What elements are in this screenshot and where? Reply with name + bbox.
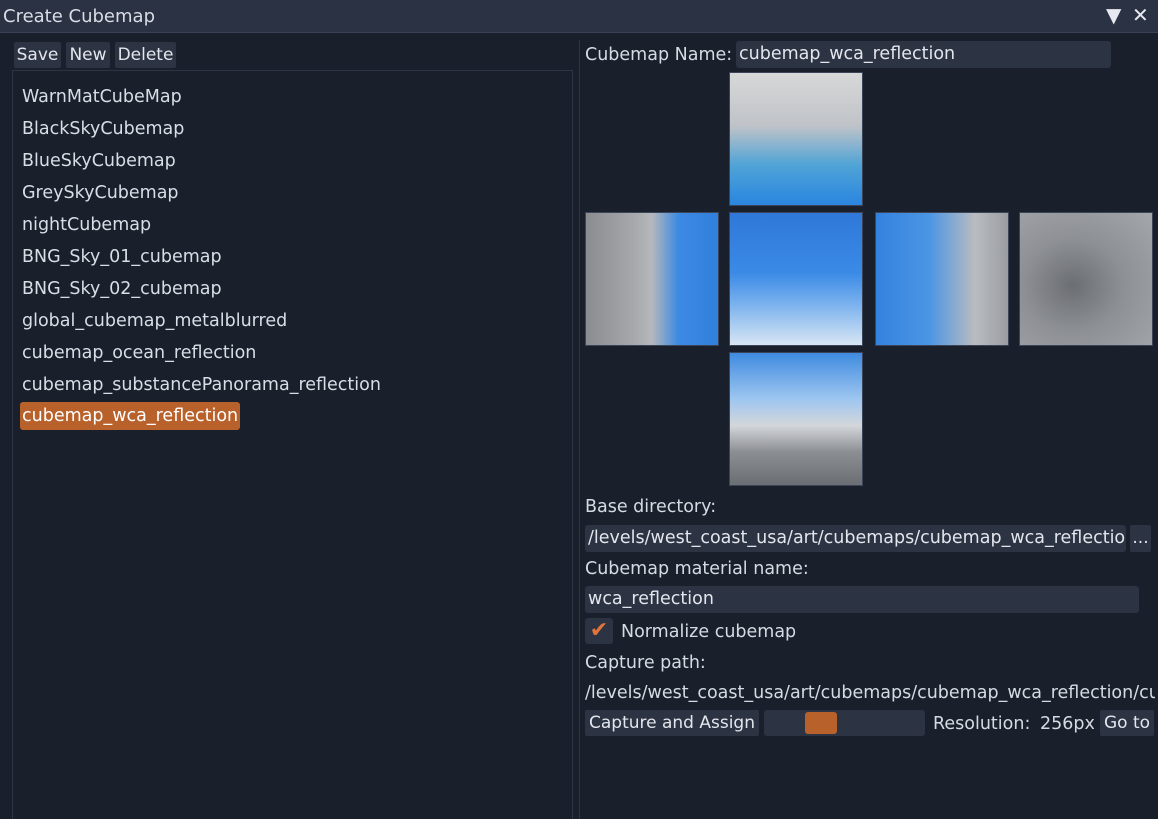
- list-item-selected[interactable]: cubemap_wca_reflection: [20, 402, 241, 430]
- normalize-checkbox[interactable]: ✔: [585, 618, 613, 644]
- resolution-slider[interactable]: [764, 710, 925, 736]
- list-item[interactable]: BlueSkyCubemap: [20, 147, 178, 175]
- panel-divider[interactable]: [579, 40, 580, 819]
- base-directory-input[interactable]: /levels/west_coast_usa/art/cubemaps/cube…: [585, 525, 1126, 552]
- resolution-label: Resolution:: [933, 714, 1031, 734]
- list-item[interactable]: nightCubemap: [20, 211, 153, 239]
- capture-path-value: /levels/west_coast_usa/art/cubemaps/cube…: [585, 683, 1155, 703]
- list-item[interactable]: global_cubemap_metalblurred: [20, 307, 289, 335]
- slider-handle[interactable]: [805, 712, 837, 734]
- window-title: Create Cubemap: [3, 6, 155, 27]
- cubemap-face-left: [585, 212, 719, 346]
- go-to-button[interactable]: Go to: [1100, 710, 1154, 736]
- normalize-label: Normalize cubemap: [621, 622, 797, 642]
- material-name-label: Cubemap material name:: [585, 559, 809, 579]
- list-item[interactable]: cubemap_substancePanorama_reflection: [20, 371, 383, 399]
- title-bar[interactable]: Create Cubemap ▼ ✕: [0, 0, 1158, 33]
- new-button[interactable]: New: [66, 42, 110, 68]
- cubemap-face-back: [1019, 212, 1153, 346]
- check-icon: ✔: [589, 618, 609, 643]
- base-directory-label: Base directory:: [585, 497, 717, 517]
- cubemap-face-front: [729, 212, 863, 346]
- cubemap-name-label: Cubemap Name:: [585, 45, 733, 65]
- list-item[interactable]: GreySkyCubemap: [20, 179, 181, 207]
- capture-and-assign-button[interactable]: Capture and Assign: [585, 710, 759, 736]
- cubemap-face-top: [729, 72, 863, 206]
- close-icon[interactable]: ✕: [1132, 4, 1149, 26]
- triangle-down-icon[interactable]: ▼: [1106, 4, 1121, 26]
- material-name-input[interactable]: wca_reflection: [585, 586, 1139, 613]
- resolution-value: 256px: [1040, 714, 1095, 734]
- list-item[interactable]: WarnMatCubeMap: [20, 83, 184, 111]
- cubemap-list: WarnMatCubeMap BlackSkyCubemap BlueSkyCu…: [12, 70, 573, 819]
- cubemap-name-input[interactable]: cubemap_wca_reflection: [736, 41, 1111, 68]
- cubemap-face-bottom: [729, 352, 863, 486]
- list-item[interactable]: BlackSkyCubemap: [20, 115, 186, 143]
- list-item[interactable]: BNG_Sky_02_cubemap: [20, 275, 224, 303]
- list-item[interactable]: cubemap_ocean_reflection: [20, 339, 258, 367]
- cubemap-face-right: [875, 212, 1009, 346]
- list-item[interactable]: BNG_Sky_01_cubemap: [20, 243, 224, 271]
- browse-button[interactable]: ...: [1130, 525, 1151, 552]
- delete-button[interactable]: Delete: [115, 42, 176, 68]
- save-button[interactable]: Save: [14, 42, 61, 68]
- capture-path-label: Capture path:: [585, 653, 706, 673]
